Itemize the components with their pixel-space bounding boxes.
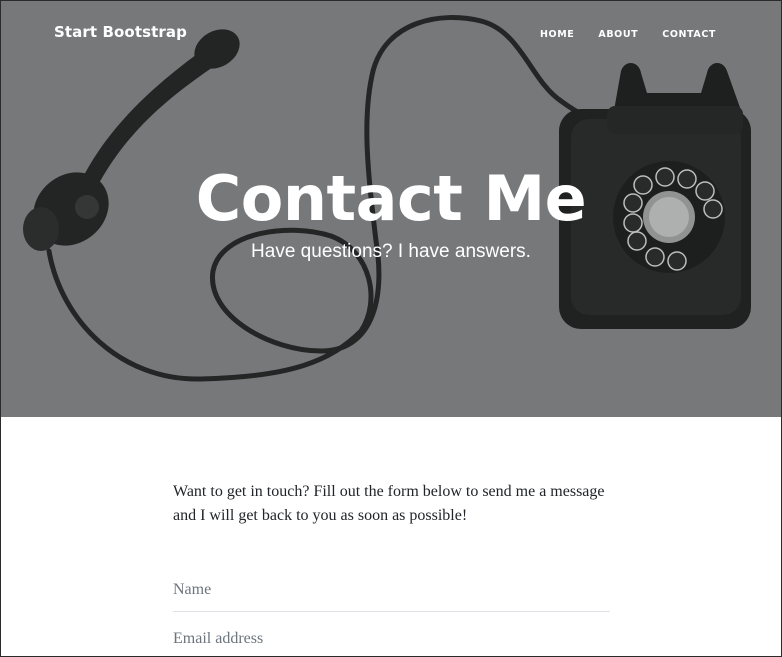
page-frame: Start Bootstrap Home About Contact Conta… <box>0 0 782 657</box>
nav-item-about[interactable]: About <box>598 29 638 40</box>
hero-header: Start Bootstrap Home About Contact Conta… <box>1 1 781 417</box>
name-input[interactable] <box>173 581 610 611</box>
main-navbar: Start Bootstrap Home About Contact <box>1 1 781 67</box>
main-content: Want to get in touch? Fill out the form … <box>173 480 611 656</box>
page-title: Contact Me <box>195 162 587 235</box>
email-input[interactable] <box>173 630 610 656</box>
intro-text: Want to get in touch? Fill out the form … <box>173 483 605 524</box>
nav-item-contact[interactable]: Contact <box>662 29 716 40</box>
page-subtitle: Have questions? I have answers. <box>251 241 531 262</box>
brand-link[interactable]: Start Bootstrap <box>54 23 187 41</box>
email-form-group <box>173 630 610 656</box>
nav-menu: Home About Contact <box>540 29 716 40</box>
page-heading: Contact Me Have questions? I have answer… <box>1 161 781 263</box>
nav-item-home[interactable]: Home <box>540 29 574 40</box>
contact-form <box>173 581 611 656</box>
name-form-group <box>173 581 610 612</box>
